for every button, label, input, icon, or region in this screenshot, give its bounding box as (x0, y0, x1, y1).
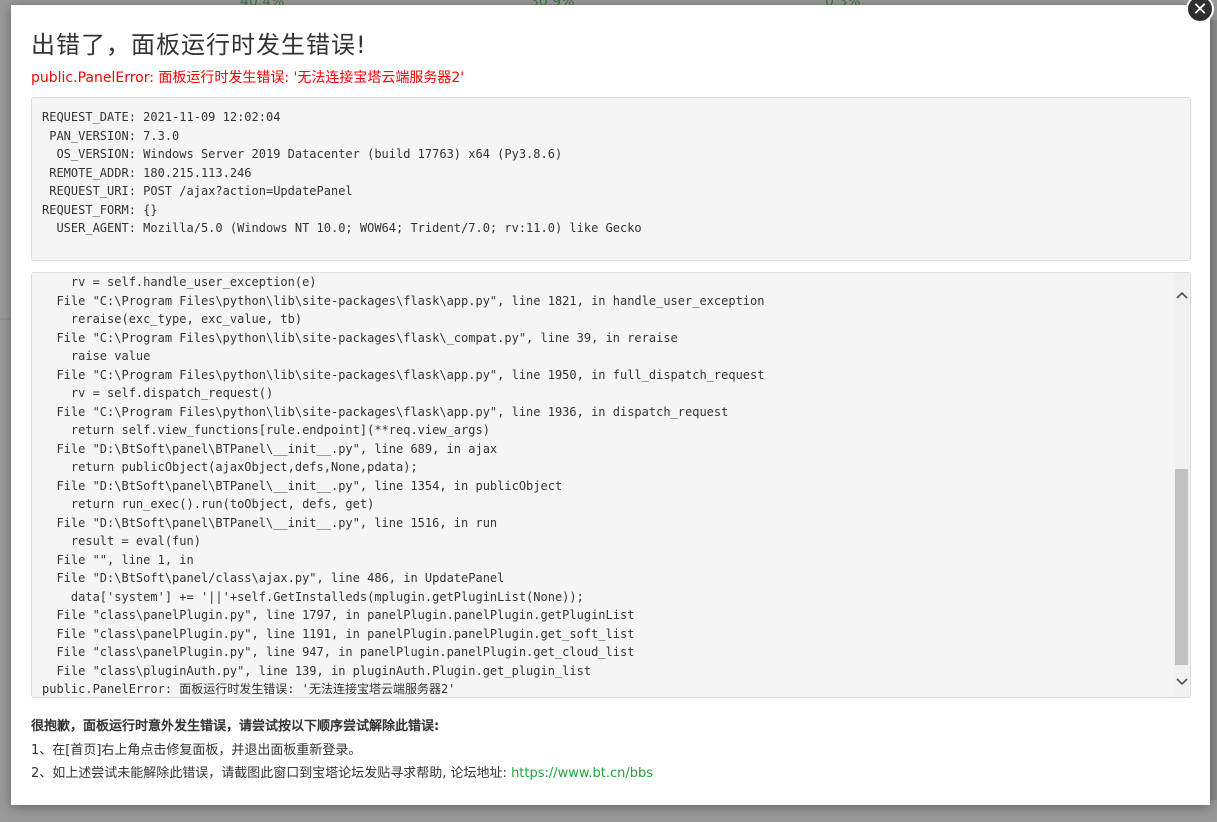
traceback-line: File "class\panelPlugin.py", line 1191, … (42, 626, 635, 641)
error-dialog: ✕ 出错了，面板运行时发生错误! public.PanelError: 面板运行… (11, 0, 1214, 805)
help-step-2-text: 2、如上述尝试未能解除此错误，请截图此窗口到宝塔论坛发贴寻求帮助, 论坛地址: (31, 766, 512, 781)
traceback-scrollbar[interactable] (1173, 273, 1190, 697)
error-summary: public.PanelError: 面板运行时发生错误: '无法连接宝塔云端服… (31, 70, 465, 86)
request-info-line: REMOTE_ADDR: 180.215.113.246 (42, 165, 252, 180)
forum-link[interactable]: https://www.bt.cn/bbs (511, 766, 653, 781)
dialog-title: 出错了，面板运行时发生错误! (31, 31, 367, 59)
traceback-line: result = eval(fun) (42, 534, 201, 548)
traceback-line: rv = self.handle_user_exception(e) (42, 275, 317, 289)
traceback-line: rv = self.dispatch_request() (42, 386, 274, 400)
request-info-line: REQUEST_URI: POST /ajax?action=UpdatePan… (42, 184, 353, 198)
traceback-line: raise value (42, 349, 151, 363)
request-info-text: REQUEST_DATE: 2021-11-09 12:02:04 PAN_VE… (42, 108, 1180, 238)
traceback-line: File "D:\BtSoft\panel/class\ajax.py", li… (42, 571, 505, 585)
traceback-box[interactable]: rv = self.handle_user_exception(e) File … (31, 272, 1191, 698)
request-info-line: REQUEST_DATE: 2021-11-09 12:02:04 (42, 110, 281, 124)
close-button[interactable]: ✕ (1186, 0, 1214, 23)
traceback-line: public.PanelError: 面板运行时发生错误: '无法连接宝塔云端服… (42, 682, 456, 696)
help-section: 很抱歉，面板运行时意外发生错误，请尝试按以下顺序尝试解除此错误: 1、在[首页]… (31, 715, 653, 786)
close-icon: ✕ (1192, 0, 1208, 20)
traceback-line: File "C:\Program Files\python\lib\site-p… (42, 330, 678, 345)
traceback-line: File "D:\BtSoft\panel\BTPanel\__init__.p… (42, 441, 498, 456)
request-info-line: USER_AGENT: Mozilla/5.0 (Windows NT 10.0… (42, 221, 642, 235)
traceback-line: return publicObject(ajaxObject,defs,None… (42, 460, 418, 474)
traceback-line: reraise(exc_type, exc_value, tb) (42, 312, 303, 326)
traceback-line: File "class\pluginAuth.py", line 139, in… (42, 663, 592, 678)
chevron-down-icon[interactable] (1173, 674, 1190, 691)
traceback-line: File "D:\BtSoft\panel\BTPanel\__init__.p… (42, 478, 563, 493)
request-info-line: PAN_VERSION: 7.3.0 (42, 128, 180, 143)
help-title: 很抱歉，面板运行时意外发生错误，请尝试按以下顺序尝试解除此错误: (31, 719, 440, 734)
help-step-2: 2、如上述尝试未能解除此错误，请截图此窗口到宝塔论坛发贴寻求帮助, 论坛地址: … (31, 762, 653, 786)
help-step-1: 1、在[首页]右上角点击修复面板，并退出面板重新登录。 (31, 742, 362, 758)
traceback-line: File "C:\Program Files\python\lib\site-p… (42, 367, 765, 382)
bg-divider (0, 318, 11, 320)
traceback-line: File "", line 1, in (42, 552, 194, 567)
scrollbar-thumb[interactable] (1175, 469, 1188, 665)
traceback-line: File "C:\Program Files\python\lib\site-p… (42, 293, 765, 308)
traceback-line: File "class\panelPlugin.py", line 1797, … (42, 608, 635, 622)
traceback-text: rv = self.handle_user_exception(e) File … (42, 273, 1170, 697)
request-info-box: REQUEST_DATE: 2021-11-09 12:02:04 PAN_VE… (31, 97, 1191, 261)
traceback-line: File "D:\BtSoft\panel\BTPanel\__init__.p… (42, 515, 498, 530)
traceback-line: data['system'] += '||'+self.GetInstalled… (42, 589, 584, 604)
traceback-line: File "C:\Program Files\python\lib\site-p… (42, 404, 729, 419)
traceback-line: return run_exec().run(toObject, defs, ge… (42, 497, 375, 511)
traceback-line: return self.view_functions[rule.endpoint… (42, 423, 490, 437)
traceback-line: File "class\panelPlugin.py", line 947, i… (42, 645, 635, 659)
request-info-line: OS_VERSION: Windows Server 2019 Datacent… (42, 147, 563, 161)
request-info-line: REQUEST_FORM: {} (42, 202, 158, 217)
chevron-up-icon[interactable] (1173, 287, 1190, 304)
